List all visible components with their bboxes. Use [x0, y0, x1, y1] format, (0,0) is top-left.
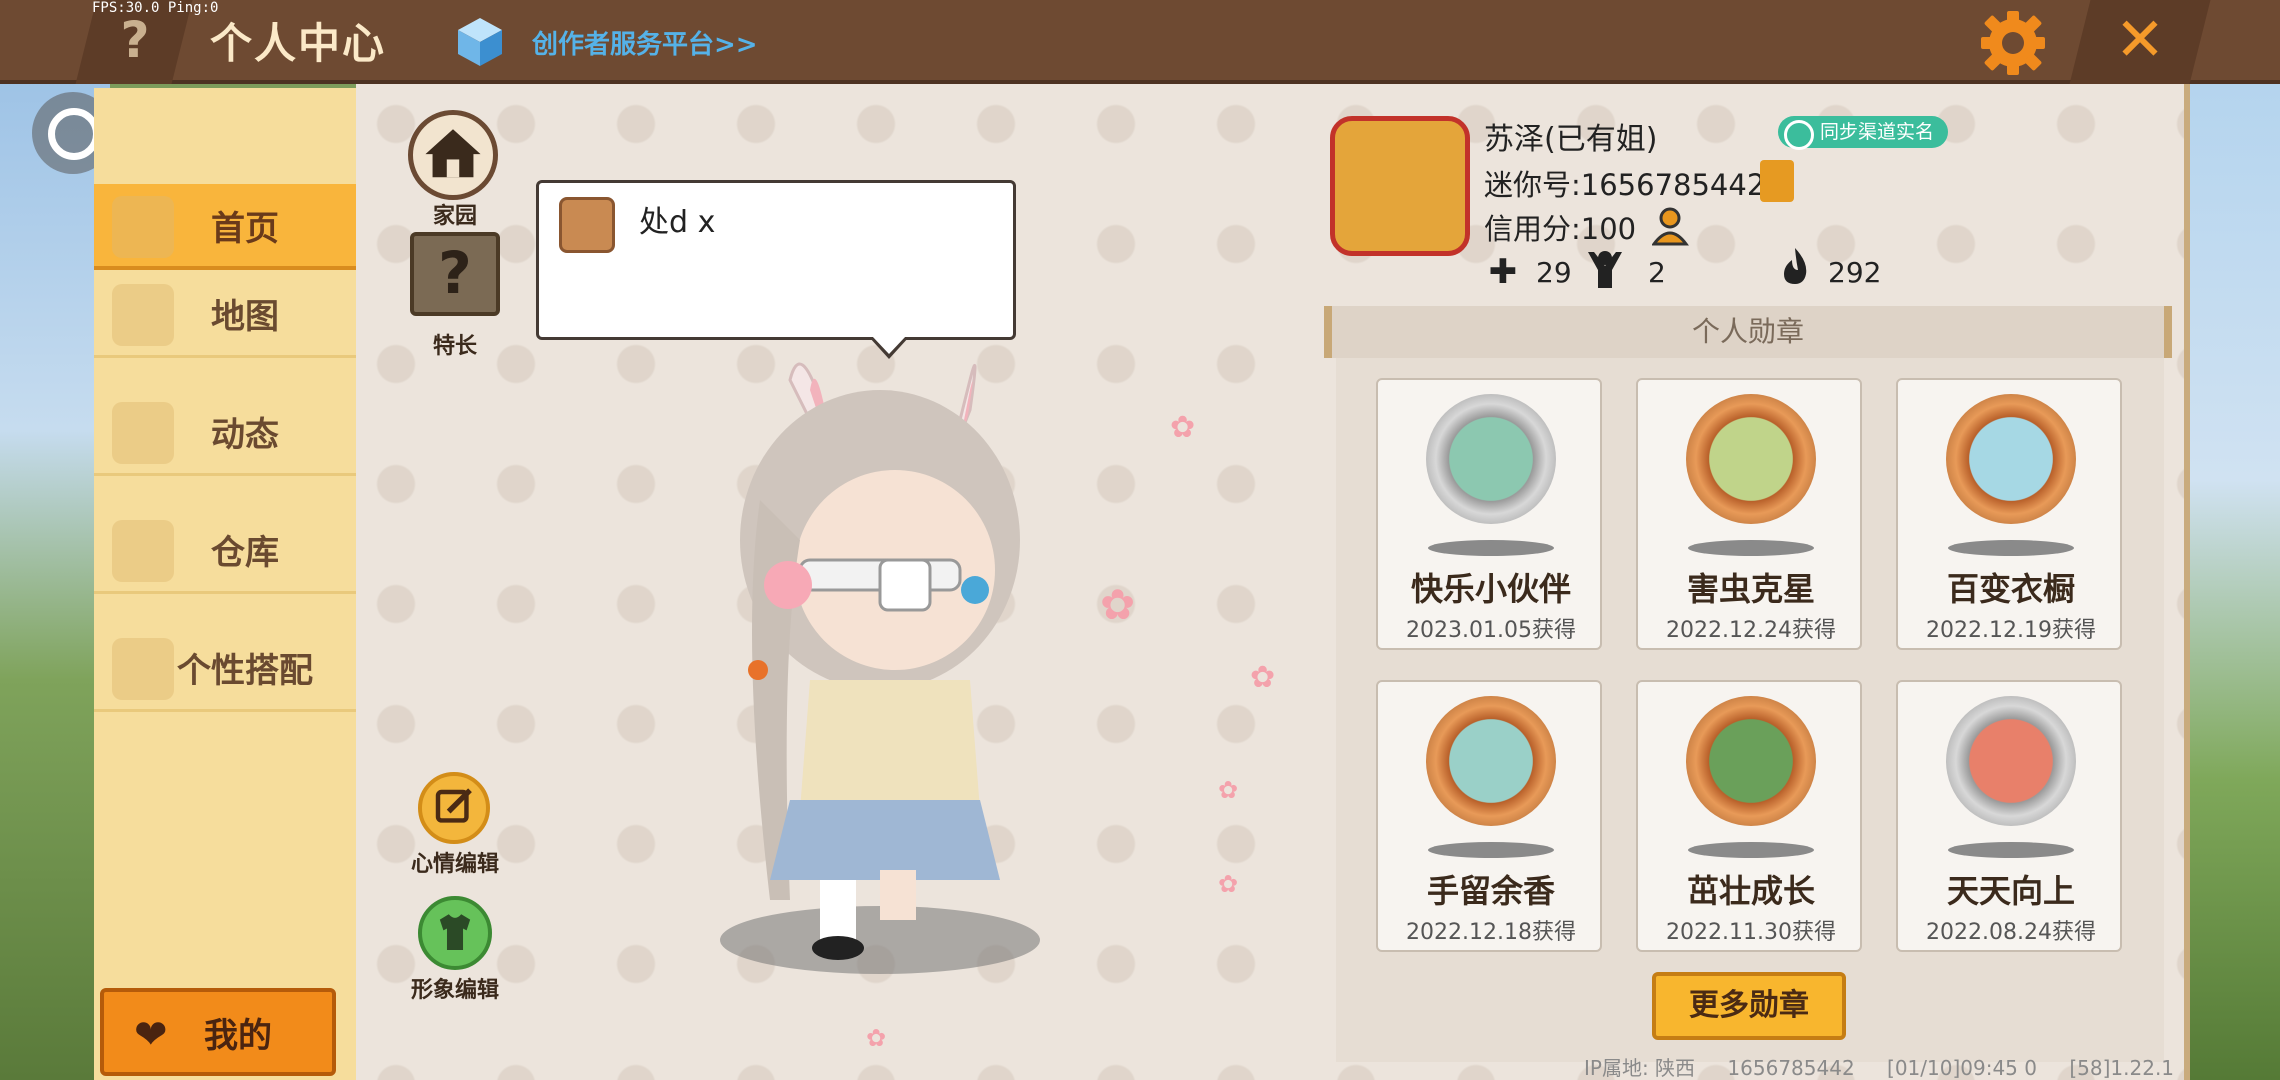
stat-fans: 2 — [1648, 256, 1666, 289]
credit-score: 信用分:100 — [1484, 212, 1637, 246]
ip-location: IP属地: 陕西 — [1584, 1056, 1696, 1080]
creator-platform-link[interactable]: 创作者服务平台>> — [532, 24, 758, 61]
medal-date: 2022.12.18获得 — [1406, 920, 1576, 945]
stat-plus: 29 — [1536, 256, 1572, 289]
sidebar-item-outfit[interactable]: 个性搭配 — [94, 626, 356, 712]
profile-name: 苏泽(已有姐) — [1484, 122, 1658, 157]
credit-user-icon[interactable] — [1652, 206, 1694, 246]
mood-bubble[interactable]: 处d x — [536, 180, 1016, 359]
medal-card[interactable]: 天天向上 2022.08.24获得 — [1896, 680, 2122, 952]
player-character[interactable] — [680, 340, 1060, 990]
mood-text: 处d x — [639, 205, 716, 240]
medal-date: 2022.12.24获得 — [1666, 618, 1836, 643]
question-icon[interactable]: ? — [410, 232, 500, 316]
background-scenery-right — [2180, 80, 2280, 1080]
medal-badge-icon — [1946, 696, 2076, 826]
petal-decor: ✿ — [1170, 410, 1196, 445]
panel-edge — [2184, 84, 2190, 1080]
sidebar-item-label: 动态 — [211, 415, 279, 455]
medal-badge-icon — [1946, 394, 2076, 524]
outfit-icon — [112, 638, 174, 700]
medal-badge-icon — [1426, 394, 1556, 524]
petal-decor: ✿ — [1218, 776, 1239, 804]
footer-info: IP属地: 陕西 1656785442 [01/10]09:45 0 [58]1… — [1584, 1052, 2200, 1080]
medal-shadow — [1948, 842, 2074, 858]
medal-card[interactable]: 害虫克星 2022.12.24获得 — [1636, 378, 1862, 650]
mine-button-label: 我的 — [204, 1015, 272, 1056]
debug-overlay: FPS:30.0 Ping:0 — [92, 0, 218, 16]
medal-card[interactable]: 茁壮成长 2022.11.30获得 — [1636, 680, 1862, 952]
sidebar: 首页 地图 动态 仓库 个性搭配 — [94, 88, 356, 1080]
sidebar-item-storage[interactable]: 仓库 — [94, 508, 356, 594]
heart-icon: ❤ — [134, 1012, 168, 1058]
mini-id: 迷你号:1656785442 — [1484, 168, 1766, 202]
medal-shadow — [1688, 540, 1814, 556]
medal-badge-icon — [1686, 394, 1816, 524]
medal-name: 手留余香 — [1426, 872, 1555, 910]
medal-date: 2022.08.24获得 — [1926, 920, 2096, 945]
copy-icon[interactable] — [1760, 160, 1794, 202]
petal-decor: ✿ — [866, 1024, 887, 1052]
gear-icon[interactable] — [1978, 8, 2048, 78]
medal-shadow — [1948, 540, 2074, 556]
medal-date: 2022.12.19获得 — [1926, 618, 2096, 643]
medal-shadow — [1688, 842, 1814, 858]
medal-name: 天天向上 — [1946, 872, 2075, 910]
bubble-avatar — [559, 197, 615, 253]
close-icon[interactable]: ✕ — [2110, 10, 2170, 70]
home-tab-icon — [112, 196, 174, 258]
medal-name: 快乐小伙伴 — [1410, 570, 1571, 608]
help-icon[interactable]: ? — [110, 10, 160, 70]
sidebar-item-feed[interactable]: 动态 — [94, 390, 356, 476]
petal-decor: ✿ — [1250, 660, 1276, 695]
medal-card[interactable]: 快乐小伙伴 2023.01.05获得 — [1376, 378, 1602, 650]
footer-time: [01/10]09:45 0 — [1887, 1056, 2037, 1080]
sidebar-item-label: 首页 — [211, 208, 279, 249]
sidebar-item-label: 仓库 — [211, 533, 279, 573]
medal-date: 2022.11.30获得 — [1666, 920, 1836, 945]
sidebar-item-map[interactable]: 地图 — [94, 272, 356, 358]
petal-decor: ✿ — [1218, 870, 1239, 898]
talent-label: 特长 — [432, 334, 477, 359]
medal-shadow — [1428, 540, 1554, 556]
medal-card[interactable]: 手留余香 2022.12.18获得 — [1376, 680, 1602, 952]
page-title: 个人中心 — [210, 19, 387, 68]
flame-icon — [1784, 248, 1807, 284]
edit-icon[interactable] — [418, 772, 490, 844]
mood-edit-label: 心情编辑 — [410, 852, 499, 877]
sidebar-item-home[interactable]: 首页 — [94, 184, 356, 270]
bell-icon — [112, 402, 174, 464]
stat-popularity: 292 — [1828, 256, 1882, 289]
house-icon[interactable] — [408, 110, 498, 200]
map-icon — [112, 284, 174, 346]
medal-date: 2023.01.05获得 — [1406, 618, 1576, 643]
home-label: 家园 — [432, 204, 477, 229]
plus-icon: ✚ — [1488, 252, 1518, 292]
profile-avatar[interactable] — [1330, 116, 1470, 256]
sync-realname-badge[interactable]: 同步渠道实名 — [1778, 116, 1949, 150]
medal-name: 害虫克星 — [1686, 570, 1815, 608]
medal-card[interactable]: 百变衣橱 2022.12.19获得 — [1896, 378, 2122, 650]
outfit-edit-icon[interactable] — [418, 896, 492, 970]
storage-icon — [112, 520, 174, 582]
medal-badge-icon — [1686, 696, 1816, 826]
medal-name: 百变衣橱 — [1946, 570, 2075, 608]
footer-version: [58]1.22.1 — [2069, 1056, 2175, 1080]
medal-header: 个人勋章 — [1324, 306, 2172, 358]
sidebar-item-label: 个性搭配 — [177, 651, 313, 691]
medal-badge-icon — [1426, 696, 1556, 826]
creator-cube-icon — [458, 18, 502, 66]
mine-button[interactable]: ❤ 我的 — [100, 988, 336, 1076]
medal-shadow — [1428, 842, 1554, 858]
petal-decor: ✿ — [1100, 580, 1136, 629]
medal-name: 茁壮成长 — [1686, 872, 1815, 910]
fps-readout: FPS:30.0 — [92, 0, 160, 16]
sidebar-item-label: 地图 — [211, 297, 279, 337]
fans-icon — [1588, 251, 1622, 288]
footer-uid: 1656785442 — [1727, 1056, 1855, 1080]
more-medals-button[interactable]: 更多勋章 — [1652, 972, 1846, 1040]
look-edit-label: 形象编辑 — [410, 978, 499, 1003]
